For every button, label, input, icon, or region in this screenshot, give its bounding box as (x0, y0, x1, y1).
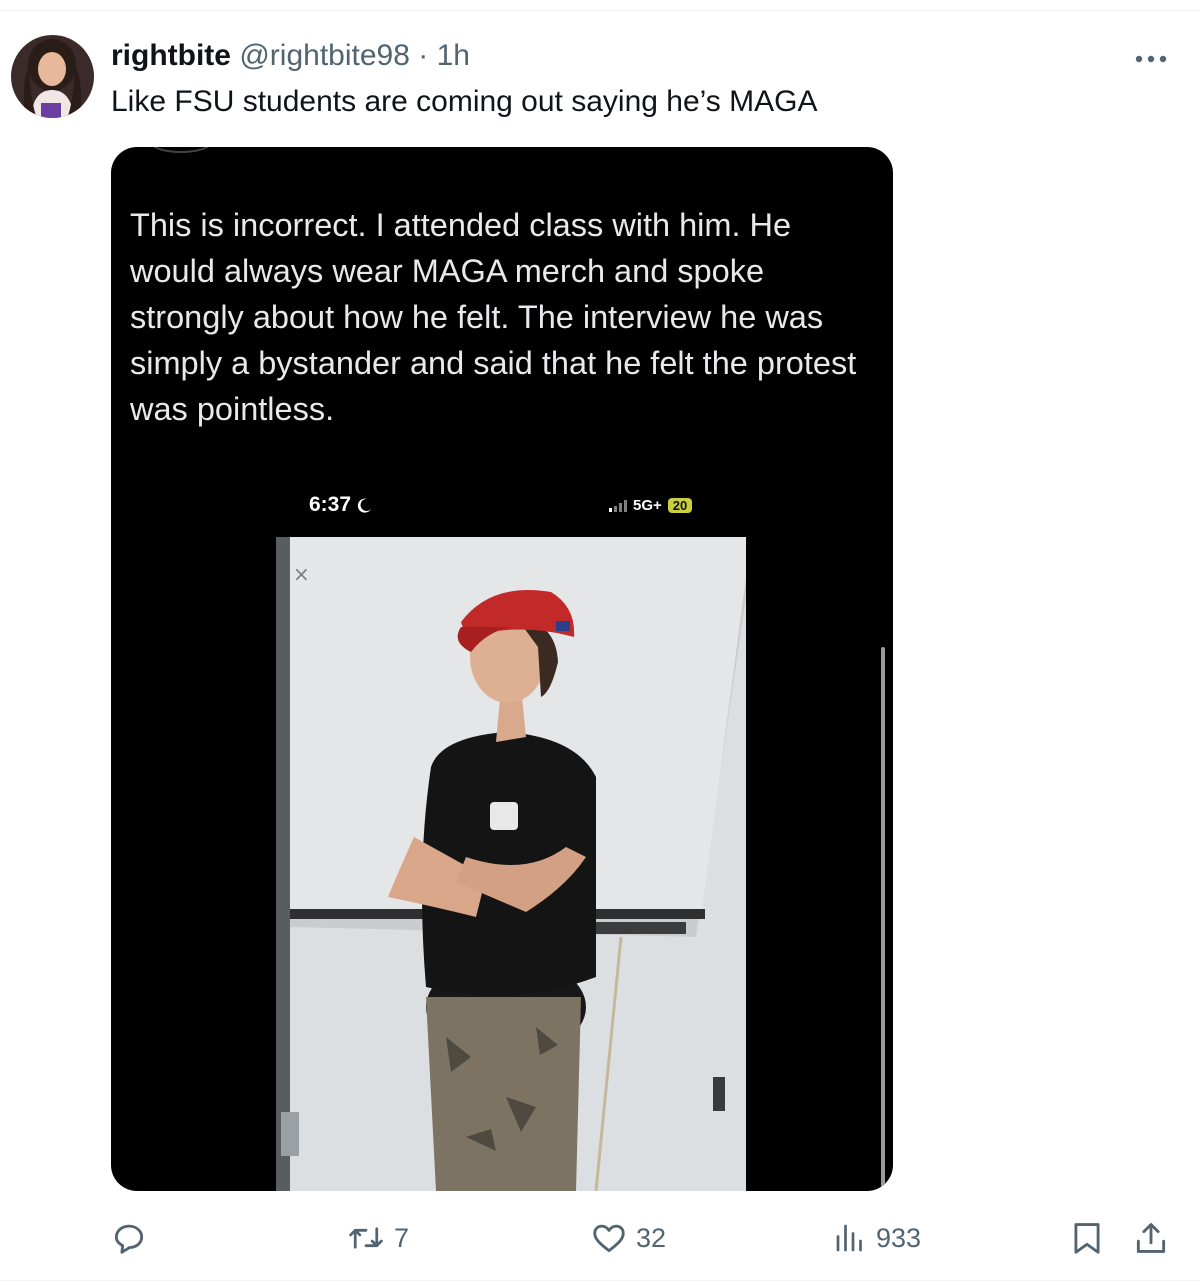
phone-status-network: 5G+ 20 (609, 497, 693, 514)
screenshot-quoted-text: This is incorrect. I attended class with… (130, 207, 857, 427)
signal-icon (609, 499, 627, 512)
bottom-divider (0, 1280, 1200, 1281)
view-count: 933 (876, 1222, 922, 1253)
tweet-timestamp[interactable]: 1h (437, 39, 470, 72)
retweet-count: 7 (394, 1222, 410, 1253)
share-button[interactable] (1132, 1213, 1170, 1263)
phone-status-time: 6:37 (309, 493, 373, 517)
heart-icon (593, 1224, 625, 1253)
media-scrollbar (881, 647, 885, 1187)
tweet-text: Like FSU students are coming out saying … (111, 85, 818, 118)
reply-icon (114, 1224, 144, 1254)
reply-button[interactable] (110, 1213, 156, 1263)
retweet-button[interactable]: 7 (346, 1213, 409, 1263)
top-divider (0, 10, 1200, 11)
photo-student-in-red-cap: × (276, 537, 746, 1191)
tweet-media[interactable]: This is incorrect. I attended class with… (111, 147, 893, 1191)
moon-icon (357, 498, 371, 513)
avatar[interactable] (11, 35, 94, 118)
bookmark-icon (1074, 1223, 1100, 1254)
tweet-header: rightbite @rightbite98 · 1h (111, 38, 470, 74)
media-top-decoration (151, 147, 211, 153)
svg-text:×: × (293, 562, 310, 586)
share-icon (1136, 1223, 1166, 1253)
retweet-icon (349, 1227, 383, 1249)
views-button[interactable]: 933 (832, 1213, 921, 1263)
more-horizontal-icon[interactable] (1134, 40, 1168, 70)
like-button[interactable]: 32 (590, 1213, 666, 1263)
author-display-name[interactable]: rightbite (111, 39, 231, 72)
phone-clock: 6:37 (309, 493, 352, 516)
tweet-action-bar: 7 32 933 (0, 1213, 1200, 1263)
network-type: 5G+ (633, 497, 662, 514)
battery-level: 20 (667, 498, 693, 513)
meta-separator: · (418, 39, 429, 72)
views-chart-icon (836, 1224, 862, 1252)
like-count: 32 (636, 1222, 667, 1253)
author-handle[interactable]: @rightbite98 (239, 39, 410, 72)
bookmark-button[interactable] (1068, 1213, 1106, 1263)
